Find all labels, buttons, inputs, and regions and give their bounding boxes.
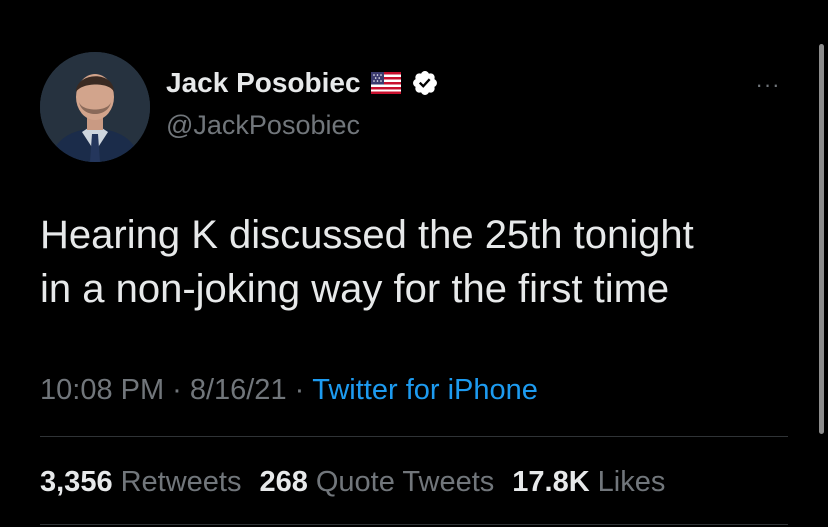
quote-tweets-count: 268 — [259, 466, 308, 498]
likes-count: 17.8K — [512, 466, 590, 498]
separator: · — [294, 374, 305, 406]
more-options-button[interactable]: ··· — [746, 70, 790, 100]
tweet-text-line: in a non-joking way for the first time — [40, 267, 670, 311]
retweets-stat[interactable]: 3,356 Retweets — [40, 462, 241, 502]
separator: · — [172, 374, 182, 406]
tweet-text-line: Hearing K discussed the 25th tonight — [40, 213, 694, 257]
tweet-time[interactable]: 10:08 PM — [40, 374, 164, 406]
tweet-detail: Jack Posobiec @JackPosobiec · ·· Hearing … — [0, 0, 828, 527]
avatar[interactable] — [40, 52, 150, 162]
retweets-count: 3,356 — [40, 466, 113, 498]
scrollbar[interactable] — [819, 44, 824, 434]
engagement-stats: 3,356 Retweets 268 Quote Tweets 17.8K Li… — [40, 462, 665, 502]
verified-badge-icon — [411, 69, 439, 97]
tweet-source-link[interactable]: Twitter for iPhone — [312, 374, 538, 406]
likes-label: Likes — [597, 466, 666, 498]
tweet-text: Hearing K discussed the 25th tonight in … — [40, 208, 800, 316]
tweet-metadata: 10:08 PM · 8/16/21 · Twitter for iPhone — [40, 370, 538, 410]
profile-photo — [40, 52, 150, 162]
author-display-name[interactable]: Jack Posobiec — [166, 64, 361, 102]
more-icon: ··· — [755, 72, 781, 97]
author-handle[interactable]: @JackPosobiec — [166, 108, 360, 142]
divider — [40, 524, 788, 525]
us-flag-icon — [370, 72, 401, 94]
quote-tweets-stat[interactable]: 268 Quote Tweets — [259, 462, 494, 502]
likes-stat[interactable]: 17.8K Likes — [512, 462, 665, 502]
author-name-row: Jack Posobiec — [166, 64, 439, 102]
divider — [40, 436, 788, 437]
quote-tweets-label: Quote Tweets — [315, 466, 495, 498]
retweets-label: Retweets — [120, 466, 242, 498]
tweet-date[interactable]: 8/16/21 — [190, 374, 287, 406]
